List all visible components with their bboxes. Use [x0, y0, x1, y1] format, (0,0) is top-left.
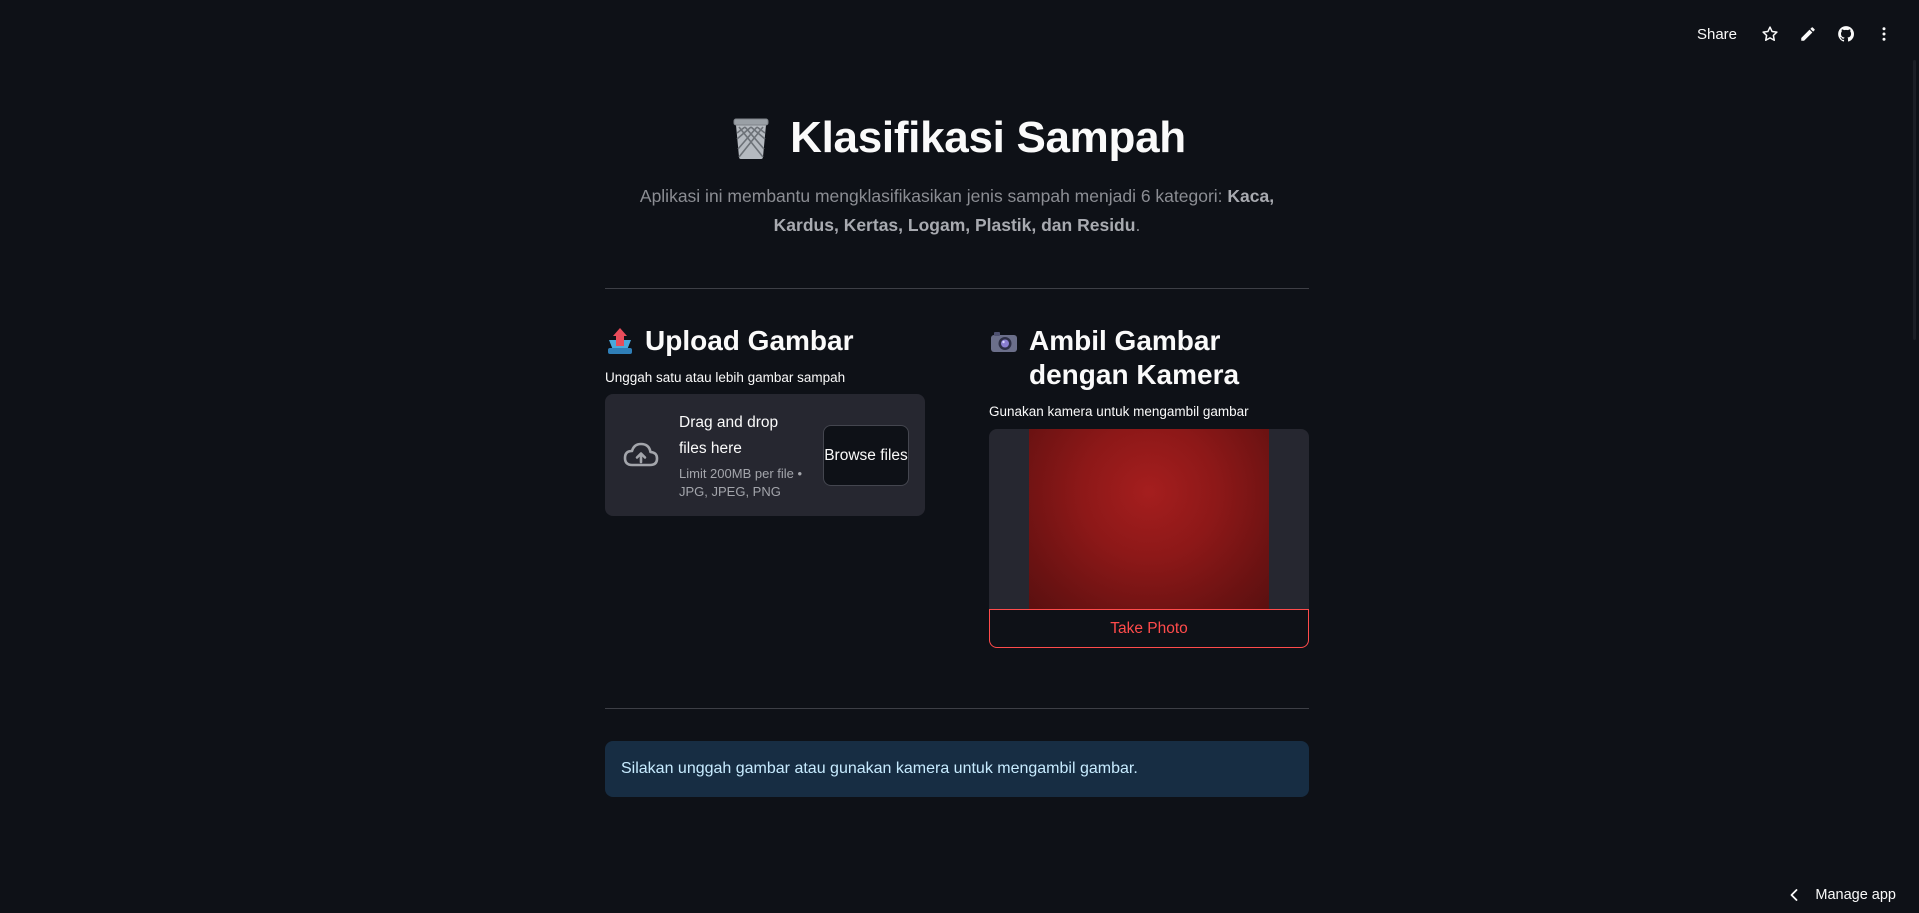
- camera-heading-text: Ambil Gambar dengan Kamera: [1029, 325, 1240, 390]
- page-title: Klasifikasi Sampah: [790, 113, 1186, 162]
- github-icon[interactable]: [1837, 25, 1855, 43]
- info-alert: Silakan unggah gambar atau gunakan kamer…: [605, 741, 1309, 797]
- camera-preview: [989, 429, 1309, 609]
- wastebasket-icon: [728, 115, 774, 161]
- more-vertical-icon[interactable]: [1875, 25, 1893, 43]
- inbox-tray-icon: [605, 326, 635, 356]
- pencil-icon[interactable]: [1799, 25, 1817, 43]
- dropzone-instruction: Drag and drop files here: [679, 413, 779, 457]
- upload-heading: Upload Gambar: [605, 324, 925, 358]
- description-text: Aplikasi ini membantu mengklasifikasikan…: [639, 186, 1228, 206]
- star-icon[interactable]: [1761, 25, 1779, 43]
- manage-app-button[interactable]: Manage app: [1787, 887, 1896, 903]
- title-row: Klasifikasi Sampah: [605, 113, 1309, 163]
- camera-icon: [989, 326, 1019, 356]
- upload-heading-text: Upload Gambar: [645, 325, 854, 356]
- browse-files-button[interactable]: Browse files: [823, 424, 909, 486]
- upload-section: Upload Gambar Unggah satu atau lebih gam…: [605, 324, 925, 516]
- scrollbar[interactable]: [1911, 60, 1919, 340]
- camera-label: Gunakan kamera untuk mengambil gambar: [989, 404, 1249, 419]
- camera-heading: Ambil Gambar dengan Kamera: [989, 324, 1309, 392]
- camera-section: Ambil Gambar dengan Kamera Gunakan kamer…: [989, 324, 1309, 648]
- dropzone-limit: Limit 200MB per file • JPG, JPEG, PNG: [679, 465, 803, 499]
- cloud-upload-icon: [623, 442, 659, 467]
- chevron-left-icon: [1790, 889, 1798, 901]
- share-button[interactable]: Share: [1697, 26, 1737, 43]
- top-toolbar: Share: [1659, 0, 1919, 68]
- camera-feed: [1029, 429, 1269, 609]
- take-photo-button[interactable]: Take Photo: [989, 609, 1309, 648]
- divider-top: [605, 288, 1309, 289]
- file-dropzone[interactable]: Drag and drop files here Limit 200MB per…: [605, 394, 925, 516]
- description-end: .: [1135, 215, 1141, 235]
- upload-label: Unggah satu atau lebih gambar sampah: [605, 370, 846, 385]
- app-description: Aplikasi ini membantu mengklasifikasikan…: [605, 182, 1309, 240]
- divider-bottom: [605, 708, 1309, 709]
- manage-app-label: Manage app: [1815, 887, 1896, 903]
- dropzone-text: Drag and drop files here Limit 200MB per…: [679, 410, 809, 501]
